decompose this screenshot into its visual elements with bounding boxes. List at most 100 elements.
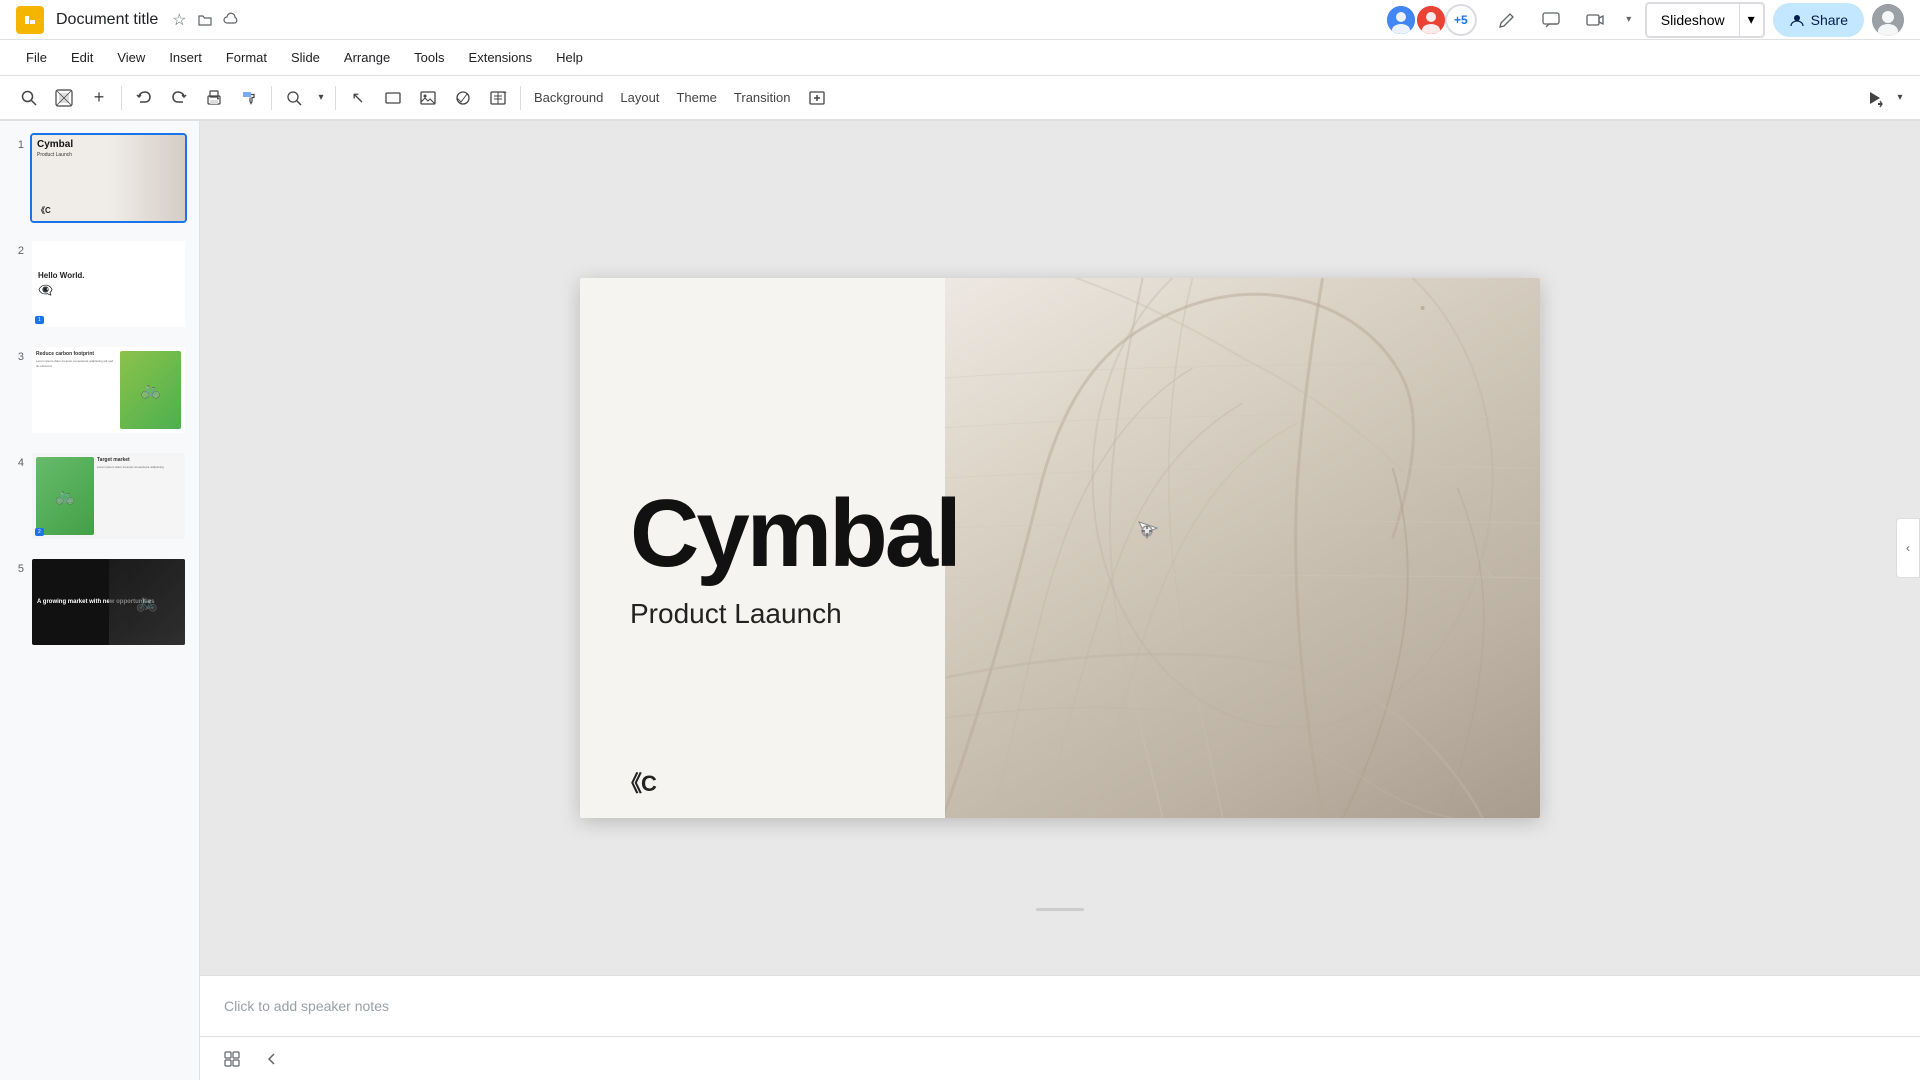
menu-bar: File Edit View Insert Format Slide Arran…	[0, 40, 1920, 76]
separator-2	[271, 86, 272, 110]
app-icon	[16, 6, 44, 34]
slide-content: Cymbal Product Laaunch	[580, 278, 1156, 818]
thumb-4-title: Target market	[97, 457, 181, 463]
slide-brand-name[interactable]: Cymbal	[630, 486, 1106, 582]
menu-tools[interactable]: Tools	[404, 46, 454, 69]
print-btn[interactable]	[197, 81, 231, 115]
edit-mode-btn[interactable]	[1489, 2, 1525, 38]
thumb-2-icon: 👁‍🗨	[38, 283, 53, 297]
slideshow-button[interactable]: Slideshow	[1646, 3, 1739, 37]
slide-item-5[interactable]: 5 A growing market with new opportunitie…	[8, 553, 191, 651]
thumb-1-title: Cymbal	[37, 140, 180, 150]
slide-number-1: 1	[12, 139, 24, 151]
header-area: Document title ☆	[0, 0, 1920, 121]
thumb-3-text: Lorem ipsum dolor sit amet consectetur a…	[36, 359, 117, 368]
bottom-bar	[200, 1036, 1920, 1080]
document-title[interactable]: Document title	[56, 11, 158, 29]
separator-1	[121, 86, 122, 110]
transition-btn[interactable]: Transition	[726, 81, 799, 115]
thumb-2-title: Hello World.	[38, 271, 85, 280]
thumb-3-title: Reduce carbon footprint	[36, 351, 117, 357]
cloud-icon[interactable]	[222, 11, 240, 29]
thumb-1-logo: 《C	[37, 205, 180, 216]
slide-thumb-5[interactable]: A growing market with new opportunities …	[30, 557, 187, 647]
avatar-2	[1415, 4, 1447, 36]
slide-number-2: 2	[12, 245, 24, 257]
redo-btn[interactable]	[162, 81, 196, 115]
video-btn[interactable]	[1577, 2, 1613, 38]
top-bar-actions: ▾ Slideshow ▾ Share	[1489, 2, 1904, 38]
add-element-btn[interactable]	[800, 81, 834, 115]
slide-item-4[interactable]: 4 🚲 Target market Lorem ipsum dolor sit …	[8, 447, 191, 545]
notes-resize-area	[1036, 908, 1084, 911]
right-panel-toggle[interactable]: ‹	[1896, 518, 1920, 578]
slide-thumb-4[interactable]: 🚲 Target market Lorem ipsum dolor sit am…	[30, 451, 187, 541]
menu-format[interactable]: Format	[216, 46, 277, 69]
menu-arrange[interactable]: Arrange	[334, 46, 400, 69]
comments-btn[interactable]	[1533, 2, 1569, 38]
shape-rect-tool[interactable]	[376, 81, 410, 115]
menu-insert[interactable]: Insert	[159, 46, 212, 69]
thumb-4-badge: 2	[35, 528, 44, 536]
prev-slide-btn[interactable]	[256, 1043, 288, 1075]
footer-logo: 《C	[620, 766, 656, 798]
slide-canvas[interactable]: Cymbal Product Laaunch 《C	[580, 278, 1540, 818]
menu-extensions[interactable]: Extensions	[459, 46, 543, 69]
notes-handle[interactable]	[1036, 908, 1084, 911]
undo-btn[interactable]	[127, 81, 161, 115]
menu-edit[interactable]: Edit	[61, 46, 103, 69]
svg-text:+: +	[503, 90, 507, 97]
slide-item-3[interactable]: 3 Reduce carbon footprint Lorem ipsum do…	[8, 341, 191, 439]
slide-number-3: 3	[12, 351, 24, 363]
slide-footer: 《C	[620, 766, 656, 798]
slide-thumb-3[interactable]: Reduce carbon footprint Lorem ipsum dolo…	[30, 345, 187, 435]
video-dropdown-btn[interactable]: ▾	[1621, 2, 1637, 38]
collaborators: +5	[1385, 4, 1477, 36]
shape-circle-tool[interactable]	[446, 81, 480, 115]
present-dropdown-btn[interactable]: ▾	[1892, 81, 1908, 115]
search-toolbar-btn[interactable]	[12, 81, 46, 115]
slide-number-5: 5	[12, 563, 24, 575]
speaker-notes-placeholder[interactable]: Click to add speaker notes	[200, 976, 1920, 1036]
slide-item-1[interactable]: 1 Cymbal Product Launch 《C	[8, 129, 191, 227]
share-button[interactable]: Share	[1773, 3, 1864, 37]
zoom-dropdown[interactable]: ▾	[312, 81, 330, 115]
theme-btn[interactable]: Theme	[668, 81, 724, 115]
canvas-wrapper: Cymbal Product Laaunch 《C	[200, 121, 1920, 975]
title-bar: Document title ☆	[0, 0, 1920, 40]
thumb-4-text: Lorem ipsum dolor sit amet consectetur a…	[97, 465, 181, 470]
content-area: 1 Cymbal Product Launch 《C 2	[0, 121, 1920, 1080]
menu-help[interactable]: Help	[546, 46, 593, 69]
layout-btn[interactable]: Layout	[612, 81, 667, 115]
menu-view[interactable]: View	[107, 46, 155, 69]
thumb-2-badge: 1	[35, 316, 44, 324]
separator-4	[520, 86, 521, 110]
slide-thumb-1[interactable]: Cymbal Product Launch 《C	[30, 133, 187, 223]
image-tool[interactable]	[411, 81, 445, 115]
menu-file[interactable]: File	[16, 46, 57, 69]
paint-format-btn[interactable]	[232, 81, 266, 115]
slide-number-4: 4	[12, 457, 24, 469]
title-icons: ☆	[170, 11, 240, 29]
add-slide-btn[interactable]: +	[82, 81, 116, 115]
user-avatar[interactable]	[1872, 4, 1904, 36]
avatar-count[interactable]: +5	[1445, 4, 1477, 36]
thumb-5-image: 🚲	[109, 559, 186, 645]
star-icon[interactable]: ☆	[170, 11, 188, 29]
slide-subtitle[interactable]: Product Laaunch	[630, 598, 1106, 630]
text-tool[interactable]: +	[481, 81, 515, 115]
slide-item-2[interactable]: 2 Hello World. 👁‍🗨 1	[8, 235, 191, 333]
cursor-tool[interactable]: ↖	[341, 81, 375, 115]
slide-thumb-2[interactable]: Hello World. 👁‍🗨 1	[30, 239, 187, 329]
slideshow-dropdown[interactable]: ▾	[1739, 3, 1764, 37]
app-frame: Document title ☆	[0, 0, 1920, 1080]
folder-icon[interactable]	[196, 11, 214, 29]
menu-slide[interactable]: Slide	[281, 46, 330, 69]
grid-view-btn[interactable]	[216, 1043, 248, 1075]
present-options-btn[interactable]	[1857, 81, 1891, 115]
background-btn[interactable]: Background	[526, 81, 611, 115]
zoom-btn[interactable]	[277, 81, 311, 115]
thumb-4-image: 🚲	[36, 457, 94, 535]
thumb-1-subtitle: Product Launch	[37, 152, 180, 158]
zoom-out-btn[interactable]	[47, 81, 81, 115]
